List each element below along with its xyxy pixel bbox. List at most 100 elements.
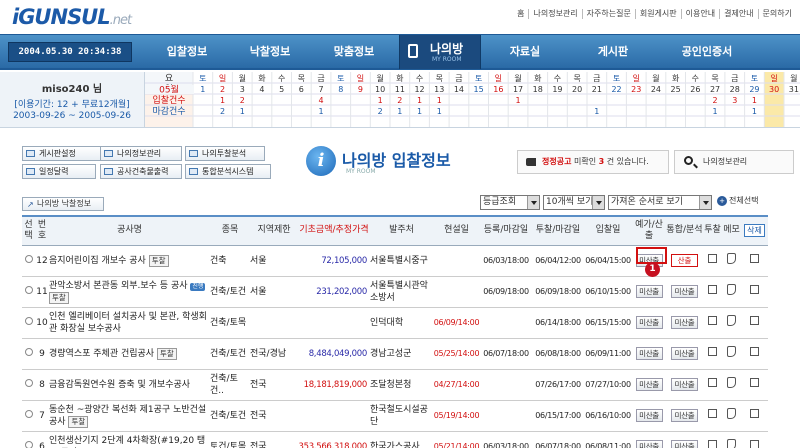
- row-project-name[interactable]: 음지어린이집 개보수 공사: [49, 256, 146, 266]
- bid-analysis-button[interactable]: 나의투찰분석: [185, 146, 265, 161]
- row-tuchal-checkbox[interactable]: [708, 347, 717, 356]
- memo-icon[interactable]: [727, 439, 736, 448]
- price-calc-button[interactable]: 미산출: [635, 316, 663, 329]
- row-radio[interactable]: [24, 285, 33, 294]
- row-delete-checkbox[interactable]: [750, 285, 759, 294]
- row-tuchal-checkbox[interactable]: [708, 285, 717, 294]
- row-delete-checkbox[interactable]: [750, 254, 759, 263]
- tab-my-room[interactable]: 나의방 MY ROOM: [399, 35, 481, 69]
- board-settings-button[interactable]: 게시판설정: [22, 146, 106, 161]
- row-radio[interactable]: [24, 378, 33, 387]
- datetime-display: 2004.05.30 20:34:38: [8, 42, 132, 62]
- cell-type: 건축: [210, 245, 250, 277]
- memo-icon[interactable]: [727, 284, 736, 295]
- integrated-analysis-button[interactable]: 통합분석시스템: [185, 164, 271, 179]
- my-info-manage-button[interactable]: 나의정보관리: [674, 150, 794, 174]
- memo-icon[interactable]: [727, 346, 736, 357]
- row-type: 건축/토건..: [210, 373, 238, 396]
- analysis-button[interactable]: 미산출: [671, 409, 698, 422]
- grade-select[interactable]: 등급조회: [480, 195, 540, 210]
- analysis-button[interactable]: 미산출: [671, 285, 698, 298]
- row-project-name[interactable]: 인천 엘리베이터 설치공사 및 본관, 학생회관 화장실 보수공사: [49, 312, 207, 334]
- analysis-button[interactable]: 미산출: [671, 316, 698, 329]
- delete-button[interactable]: 삭제: [744, 224, 765, 238]
- row-agency: 한국가스공사: [370, 441, 420, 448]
- tab-bid-info[interactable]: 입찰정보: [143, 35, 231, 69]
- price-calc-button[interactable]: 미산출: [635, 409, 663, 422]
- calendar-weekday: 화: [258, 74, 266, 83]
- page-size-select[interactable]: 10개씩 보기: [543, 195, 605, 210]
- th-calc-label: 예가/산출: [635, 219, 663, 241]
- row-project-name[interactable]: 금융감독원연수원 증축 및 개보수공사: [49, 380, 190, 390]
- row-tuchal-checkbox[interactable]: [708, 254, 717, 263]
- top-link-faq[interactable]: 자주하는질문: [581, 9, 635, 19]
- row-tuchal-checkbox[interactable]: [708, 378, 717, 387]
- price-calc-button[interactable]: 미산출: [635, 285, 663, 298]
- calendar-close-count: 1: [713, 107, 718, 116]
- top-link-home[interactable]: 홈: [513, 9, 528, 19]
- row-tuchal-tag[interactable]: 투찰: [148, 254, 169, 267]
- row-radio[interactable]: [24, 316, 33, 325]
- analysis-button[interactable]: 미산출: [671, 378, 698, 391]
- memo-icon[interactable]: [727, 377, 736, 388]
- tab-award-info[interactable]: 낙찰정보: [231, 35, 309, 69]
- cell-calc: 미산출: [632, 276, 666, 308]
- analysis-button[interactable]: 산출: [671, 254, 698, 267]
- cell-site: 05/21/14:00: [433, 431, 480, 448]
- row-tuchal-checkbox[interactable]: [708, 316, 717, 325]
- memo-icon[interactable]: [727, 253, 736, 264]
- memo-icon[interactable]: [727, 315, 736, 326]
- notice-prefix: 정정공고: [542, 157, 572, 166]
- row-delete-checkbox[interactable]: [750, 440, 759, 448]
- row-tuchal-tag[interactable]: 투찰: [68, 415, 89, 428]
- cell-bid: 06/16/10:00: [584, 400, 632, 432]
- row-tuchal-checkbox[interactable]: [708, 409, 717, 418]
- row-delete-checkbox[interactable]: [750, 378, 759, 387]
- analysis-button[interactable]: 미산출: [671, 347, 698, 360]
- row-delete-checkbox[interactable]: [750, 316, 759, 325]
- top-link-contact[interactable]: 문의하기: [757, 9, 796, 19]
- correction-notice[interactable]: 정정공고 미확인 3 건 있습니다.: [517, 150, 669, 174]
- logo[interactable]: iGUNSUL.net: [12, 5, 132, 29]
- row-tuchal-checkbox[interactable]: [708, 440, 717, 448]
- analysis-button[interactable]: 미산출: [671, 440, 698, 448]
- select-all-button[interactable]: + 전체선택: [717, 195, 758, 206]
- row-radio[interactable]: [24, 409, 33, 418]
- calendar-weekday: 일: [495, 74, 502, 83]
- top-link-myinfo[interactable]: 나의정보관리: [528, 9, 581, 19]
- row-radio[interactable]: [24, 347, 33, 356]
- top-link-payment[interactable]: 결제안내: [719, 9, 757, 19]
- row-delete-checkbox[interactable]: [750, 409, 759, 418]
- row-project-name[interactable]: 관악소방서 본관동 외부.보수 등 공사: [49, 281, 188, 291]
- sort-order-select[interactable]: 가져온 순서로 보기: [608, 195, 712, 210]
- top-link-guide[interactable]: 이용안내: [680, 9, 719, 19]
- row-radio[interactable]: [24, 440, 33, 448]
- building-print-button[interactable]: 공사건축물출력: [100, 164, 182, 179]
- memo-icon[interactable]: [727, 408, 736, 419]
- tab-resources[interactable]: 자료실: [481, 35, 569, 69]
- tab-board[interactable]: 게시판: [569, 35, 657, 69]
- row-site-date: 05/19/14:00: [433, 410, 480, 420]
- my-info-button[interactable]: 나의정보관리: [100, 146, 182, 161]
- myroom-award-button[interactable]: ↗ 나의방 낙찰정보: [22, 197, 104, 211]
- info-circle-icon: i: [306, 146, 336, 176]
- row-radio[interactable]: [24, 254, 33, 263]
- page-size-value: 10개씩 보기: [546, 197, 594, 207]
- row-delete-checkbox[interactable]: [750, 347, 759, 356]
- schedule-calendar-button[interactable]: 일정달력: [22, 164, 96, 179]
- row-reg-date: 06/03/18:00: [483, 255, 529, 265]
- tab-certificate[interactable]: 공인인증서: [657, 35, 757, 69]
- price-calc-button[interactable]: 미산출: [635, 440, 663, 448]
- top-link-board[interactable]: 회원게시판: [634, 9, 681, 19]
- row-project-name[interactable]: 경량역스포 주체관 건립공사: [49, 349, 154, 359]
- speaker-icon: [526, 158, 536, 166]
- th-analysis-label: 통합/분석: [666, 225, 703, 236]
- cell-reg: 06/09/18:00: [480, 276, 532, 308]
- calendar-day: 16: [493, 85, 503, 94]
- row-tuchal-tag[interactable]: 투찰: [49, 291, 69, 304]
- tab-custom-info[interactable]: 맞춤정보: [309, 35, 399, 69]
- row-project-name[interactable]: 인천생산기지 2단계 4차확장(#19,20 탱크)공사: [49, 436, 205, 448]
- price-calc-button[interactable]: 미산출: [635, 347, 663, 360]
- row-tuchal-tag[interactable]: 투찰: [156, 347, 177, 360]
- price-calc-button[interactable]: 미산출: [635, 378, 663, 391]
